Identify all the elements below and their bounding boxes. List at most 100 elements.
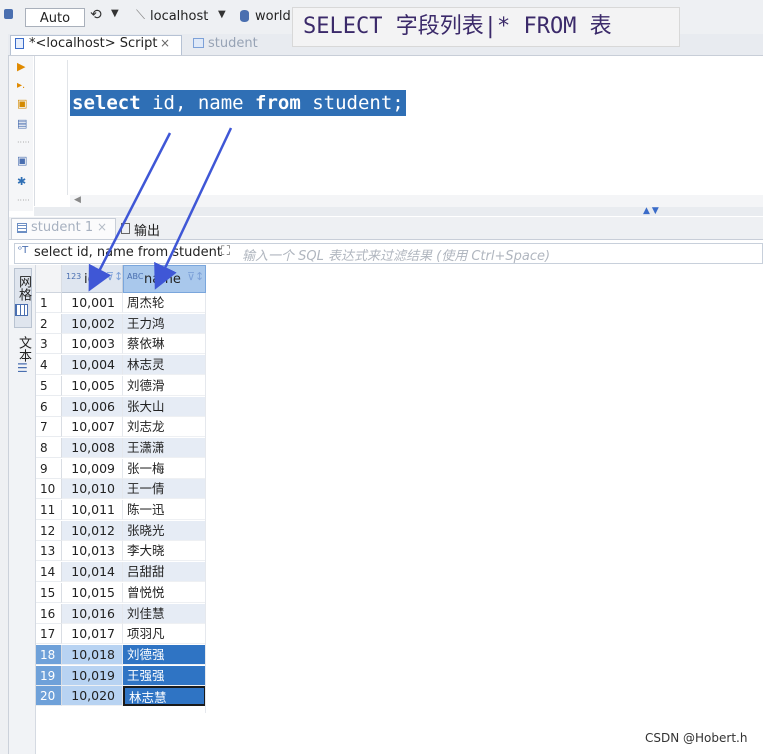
cell-name[interactable]: 刘德滑 (123, 376, 206, 396)
row-number[interactable]: 17 (36, 624, 62, 644)
scroll-left-icon[interactable]: ◀ (74, 195, 81, 205)
cell-id[interactable]: 10,006 (62, 397, 123, 417)
cell-id[interactable]: 10,010 (62, 479, 123, 499)
close-icon[interactable]: × (97, 220, 107, 234)
connection-icon: ⟍ (136, 8, 146, 23)
transaction-log-icon[interactable]: ⟲ (90, 7, 102, 23)
cell-id[interactable]: 10,020 (62, 686, 123, 706)
row-number[interactable]: 3 (36, 334, 62, 354)
maximize-panel-icon[interactable]: ▲▼ (643, 206, 661, 216)
row-number[interactable]: 5 (36, 376, 62, 396)
cell-name[interactable]: 蔡依琳 (123, 334, 206, 354)
sql-keyword: from (255, 92, 301, 114)
row-number[interactable]: 20 (36, 686, 62, 706)
numeric-type-icon: 123 (66, 272, 82, 281)
cell-id[interactable]: 10,018 (62, 645, 123, 665)
cell-name[interactable]: 王一倩 (123, 479, 206, 499)
row-number[interactable]: 18 (36, 645, 62, 665)
expand-icon[interactable]: ⛶ (221, 244, 230, 259)
cell-id[interactable]: 10,017 (62, 624, 123, 644)
row-number[interactable]: 6 (36, 397, 62, 417)
row-number[interactable]: 15 (36, 583, 62, 603)
cell-name[interactable]: 林志灵 (123, 355, 206, 375)
script-icon (15, 38, 24, 49)
active-connection[interactable]: localhost (150, 9, 208, 24)
cell-id[interactable]: 10,003 (62, 334, 123, 354)
cell-name[interactable]: 张晓光 (123, 521, 206, 541)
cell-name[interactable]: 李大晓 (123, 541, 206, 561)
transaction-mode-select[interactable]: Auto (25, 8, 85, 27)
cell-name[interactable]: 项羽凡 (123, 624, 206, 644)
row-number-header[interactable] (36, 265, 62, 293)
row-number[interactable]: 16 (36, 604, 62, 624)
cell-id[interactable]: 10,007 (62, 417, 123, 437)
cell-name[interactable]: 刘佳慧 (123, 604, 206, 624)
cell-name[interactable]: 刘志龙 (123, 417, 206, 437)
cell-name[interactable]: 张一梅 (123, 459, 206, 479)
filter-query-text[interactable]: select id, name from student (34, 245, 222, 260)
chevron-down-icon[interactable]: ▼ (218, 9, 226, 20)
cell-id[interactable]: 10,015 (62, 583, 123, 603)
tab-student[interactable]: student (208, 36, 258, 51)
sql-table: student; (300, 92, 404, 114)
execute-statement-icon[interactable]: ▶ (17, 61, 25, 73)
text-type-icon: ABC (127, 272, 144, 281)
cell-id[interactable]: 10,012 (62, 521, 123, 541)
text-view-icon[interactable]: ☰ (17, 361, 28, 375)
cell-id[interactable]: 10,019 (62, 666, 123, 686)
text-view-label[interactable]: 文本 (15, 336, 31, 362)
chevron-down-icon[interactable]: ▼ (111, 8, 119, 19)
filter-icon[interactable]: ⊽↕ (187, 270, 204, 283)
cell-id[interactable]: 10,014 (62, 562, 123, 582)
cell-name[interactable]: 张大山 (123, 397, 206, 417)
row-number[interactable]: 14 (36, 562, 62, 582)
row-number[interactable]: 1 (36, 293, 62, 313)
row-number[interactable]: 11 (36, 500, 62, 520)
cell-name[interactable]: 周杰轮 (123, 293, 206, 313)
row-number[interactable]: 2 (36, 314, 62, 334)
gear-icon[interactable]: ✱ (17, 176, 26, 188)
row-number[interactable]: 7 (36, 417, 62, 437)
load-script-icon[interactable]: ▤ (17, 118, 27, 130)
row-number[interactable]: 4 (36, 355, 62, 375)
row-number[interactable]: 19 (36, 666, 62, 686)
cell-id[interactable]: 10,001 (62, 293, 123, 313)
cell-id[interactable]: 10,016 (62, 604, 123, 624)
cell-name[interactable]: 王强强 (123, 666, 206, 686)
cell-name[interactable]: 陈一迅 (123, 500, 206, 520)
row-number[interactable]: 13 (36, 541, 62, 561)
grid-view-label: 网格 (16, 275, 31, 301)
cell-id[interactable]: 10,009 (62, 459, 123, 479)
row-number[interactable]: 8 (36, 438, 62, 458)
cell-name[interactable]: 曾悦悦 (123, 583, 206, 603)
cell-id[interactable]: 10,013 (62, 541, 123, 561)
tab-output[interactable]: 输出 (134, 220, 160, 239)
grid-icon (17, 223, 27, 233)
cell-name[interactable]: 林志慧 (123, 686, 206, 706)
row-number[interactable]: 12 (36, 521, 62, 541)
cell-id[interactable]: 10,002 (62, 314, 123, 334)
cell-name[interactable]: 刘德强 (123, 645, 206, 665)
active-database[interactable]: world (255, 9, 291, 24)
cell-name[interactable]: 王潇潇 (123, 438, 206, 458)
cell-id[interactable]: 10,011 (62, 500, 123, 520)
sql-editor[interactable] (34, 56, 763, 206)
cell-name[interactable]: 王力鸿 (123, 314, 206, 334)
caption-overlay: SELECT 字段列表|* FROM 表 (292, 7, 680, 47)
explain-plan-icon[interactable]: ▣ (17, 98, 27, 110)
cell-id[interactable]: 10,005 (62, 376, 123, 396)
cell-name[interactable]: 吕甜甜 (123, 562, 206, 582)
cell-id[interactable]: 10,004 (62, 355, 123, 375)
cell-id[interactable]: 10,008 (62, 438, 123, 458)
terminal-icon[interactable]: ▣ (17, 155, 27, 167)
execute-script-icon[interactable]: ▸. (17, 80, 25, 92)
row-number[interactable]: 10 (36, 479, 62, 499)
sql-statement[interactable]: select id, name from student; (70, 90, 406, 116)
filter-input[interactable]: 输入一个 SQL 表达式来过滤结果 (使用 Ctrl+Space) (242, 245, 550, 264)
filter-icon[interactable]: ⊽↕ (106, 270, 123, 283)
lock-icon[interactable] (4, 9, 13, 19)
editor-gutter (67, 60, 68, 195)
row-number[interactable]: 9 (36, 459, 62, 479)
close-icon[interactable]: × (160, 36, 170, 50)
sql-columns: id, name (140, 92, 256, 114)
